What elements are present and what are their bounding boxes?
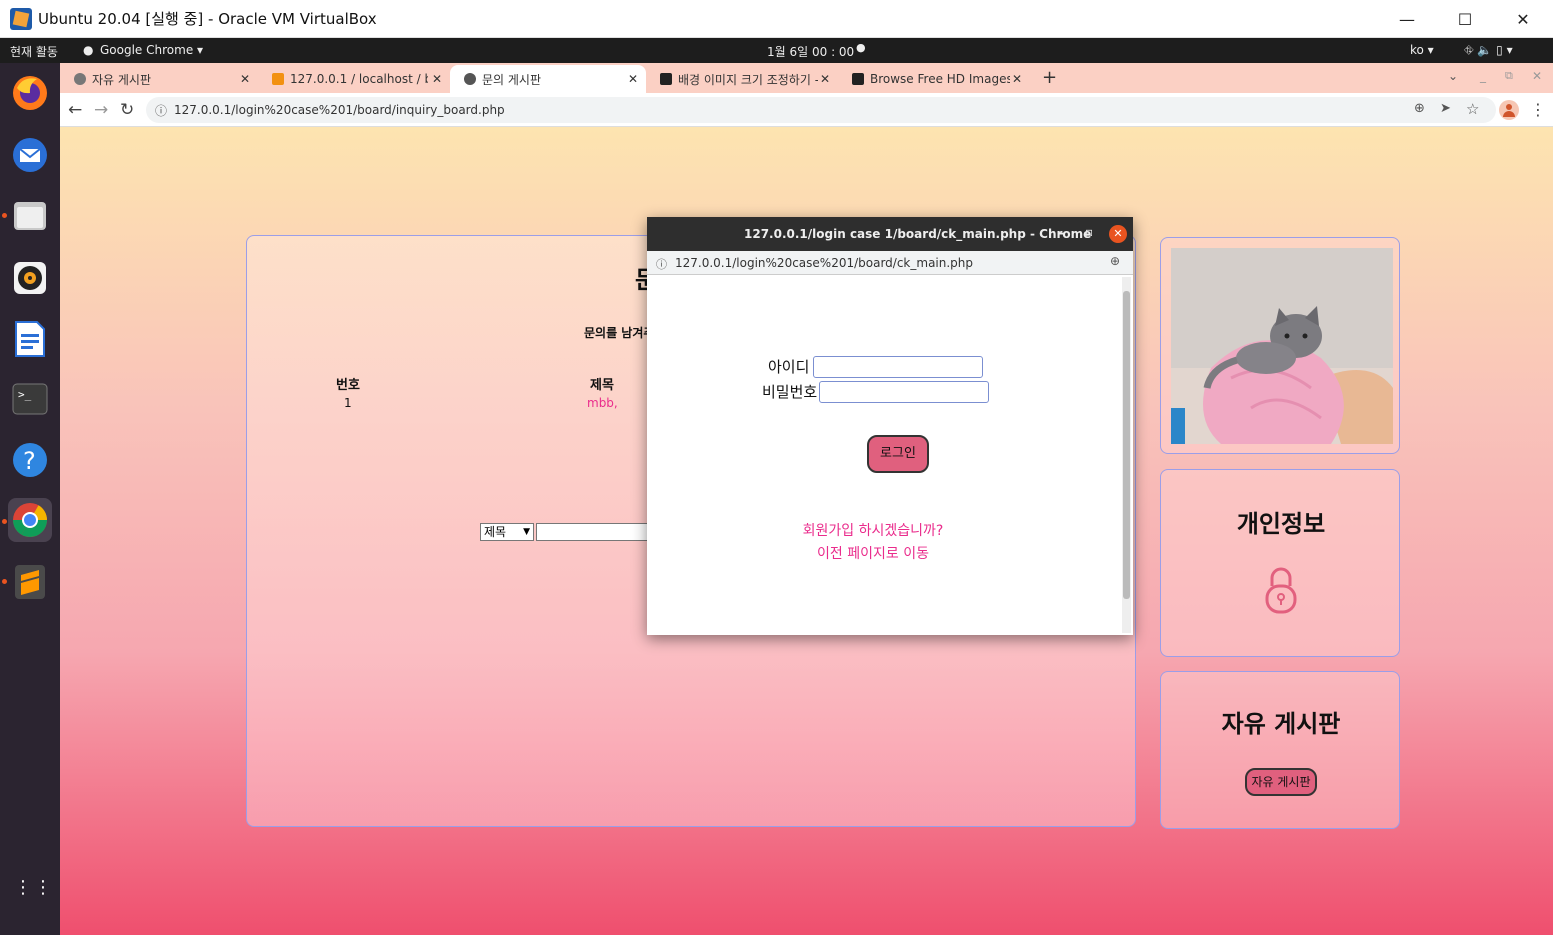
tab-close-icon[interactable]: ✕ — [432, 72, 442, 86]
app-menu[interactable]: Google Chrome ▾ — [100, 43, 203, 57]
chrome-icon[interactable] — [8, 498, 52, 542]
clock[interactable]: 1월 6일 00 : 00 — [767, 43, 854, 60]
password-label: 비밀번호 — [762, 383, 818, 401]
popup-maximize-button[interactable]: ▫ — [1085, 225, 1093, 239]
input-method-menu[interactable]: ko ▾ — [1410, 43, 1434, 57]
popup-body: 아이디 비밀번호 로그인 회원가입 하시겠습니까? 이전 페이지로 이동 — [647, 275, 1133, 635]
login-button[interactable]: 로그인 — [867, 435, 929, 473]
password-input[interactable] — [819, 381, 989, 403]
globe-icon — [464, 73, 476, 85]
photo-card — [1160, 237, 1400, 454]
popup-url-bar: ⓘ 127.0.0.1/login%20case%201/board/ck_ma… — [647, 251, 1133, 275]
back-page-link[interactable]: 이전 페이지로 이동 — [647, 543, 1099, 563]
tab-free-hd-images[interactable]: Browse Free HD Images o ✕ — [838, 65, 1030, 93]
popup-title: 127.0.0.1/login case 1/board/ck_main.php… — [744, 227, 1092, 241]
login-popup-window: 127.0.0.1/login case 1/board/ck_main.php… — [647, 217, 1133, 635]
popup-close-button[interactable]: ✕ — [1109, 225, 1127, 243]
search-field-select[interactable]: 제목 ▼ — [480, 523, 534, 541]
search-field-value: 제목 — [484, 525, 507, 539]
id-label: 아이디 — [768, 358, 810, 376]
signup-link[interactable]: 회원가입 하시겠습니까? — [647, 520, 1099, 540]
column-header-number: 번호 — [336, 378, 360, 393]
svg-text:?: ? — [23, 447, 36, 475]
thunderbird-icon[interactable] — [8, 133, 52, 177]
blog-icon — [660, 73, 672, 85]
popup-minimize-button[interactable]: – — [1058, 226, 1064, 240]
scrollbar-thumb[interactable] — [1123, 291, 1130, 599]
popup-scrollbar[interactable] — [1122, 277, 1131, 633]
tab-phpmyadmin[interactable]: 127.0.0.1 / localhost / bbs ✕ — [258, 65, 450, 93]
tab-close-icon[interactable]: ✕ — [628, 72, 638, 86]
free-board-heading: 자유 게시판 — [1221, 710, 1341, 738]
reload-button[interactable]: ↻ — [120, 100, 134, 120]
running-indicator — [2, 519, 7, 524]
profile-heading: 개인정보 — [1236, 510, 1326, 538]
tab-search-icon[interactable]: ⌄ — [1448, 69, 1458, 83]
zoom-icon[interactable]: ⊕ — [1414, 101, 1425, 116]
new-tab-button[interactable]: + — [1042, 67, 1057, 88]
board-description: 문의를 남겨주 — [584, 326, 655, 340]
free-board-card: 자유 게시판 자유 게시판 — [1160, 671, 1400, 829]
kitten-photo — [1171, 248, 1393, 444]
minimize-button[interactable]: — — [1378, 0, 1436, 38]
close-button[interactable]: ✕ — [1494, 0, 1552, 38]
tab-inquiry-board[interactable]: 문의 게시판 ✕ — [450, 65, 646, 93]
notification-dot-icon: ● — [856, 41, 866, 54]
url-text[interactable]: 127.0.0.1/login%20case%201/board/inquiry… — [174, 103, 505, 117]
window-restore-icon[interactable]: ⧉ — [1505, 69, 1513, 83]
bookmark-star-icon[interactable]: ☆ — [1466, 100, 1479, 118]
forward-button[interactable]: → — [94, 100, 108, 120]
chevron-down-icon: ▼ — [523, 527, 530, 537]
tab-background-image[interactable]: 배경 이미지 크기 조정하기 - ✕ — [646, 65, 838, 93]
running-indicator — [2, 213, 7, 218]
tab-close-icon[interactable]: ✕ — [1012, 72, 1022, 86]
svg-text:>_: >_ — [18, 388, 32, 401]
firefox-icon[interactable] — [8, 71, 52, 115]
running-indicator — [2, 579, 7, 584]
system-tray-menu[interactable]: ⛗ 🔈 ▯ ▾ — [1464, 43, 1513, 58]
back-button[interactable]: ← — [68, 100, 82, 120]
site-info-icon[interactable]: ⓘ — [155, 102, 167, 119]
rhythmbox-icon[interactable] — [8, 256, 52, 300]
row-number: 1 — [344, 396, 352, 410]
ubuntu-dock: >_ ? ⋮⋮⋮ — [0, 63, 72, 935]
tab-close-icon[interactable]: ✕ — [240, 72, 250, 86]
tab-close-icon[interactable]: ✕ — [820, 72, 830, 86]
vbox-titlebar: Ubuntu 20.04 [실행 중] - Oracle VM VirtualB… — [0, 0, 1553, 38]
tab-free-board[interactable]: 자유 게시판 ✕ — [60, 65, 258, 93]
chrome-tab-strip: 자유 게시판 ✕ 127.0.0.1 / localhost / bbs ✕ 문… — [60, 63, 1553, 93]
popup-titlebar: 127.0.0.1/login case 1/board/ck_main.php… — [647, 217, 1133, 251]
bootstrap-icon — [852, 73, 864, 85]
window-close-icon[interactable]: ✕ — [1532, 69, 1542, 83]
share-icon[interactable]: ➤ — [1440, 101, 1451, 116]
lock-icon[interactable] — [1265, 566, 1297, 618]
vbox-window-title: Ubuntu 20.04 [실행 중] - Oracle VM VirtualB… — [38, 10, 377, 28]
free-board-button[interactable]: 자유 게시판 — [1245, 768, 1317, 796]
chrome-app-icon: ● — [83, 43, 94, 57]
libreoffice-writer-icon[interactable] — [8, 317, 52, 361]
activities-button[interactable]: 현재 활동 — [10, 43, 58, 60]
maximize-button[interactable]: ☐ — [1436, 0, 1494, 38]
terminal-icon[interactable]: >_ — [8, 377, 52, 421]
help-icon[interactable]: ? — [8, 438, 52, 482]
column-header-title: 제목 — [590, 378, 614, 393]
row-title-link[interactable]: mbb, — [587, 396, 618, 410]
window-minimize-icon[interactable]: _ — [1480, 69, 1486, 83]
site-info-icon[interactable]: ⓘ — [656, 256, 667, 272]
popup-url-text: 127.0.0.1/login%20case%201/board/ck_main… — [675, 256, 974, 270]
chrome-menu-icon[interactable]: ⋮ — [1530, 100, 1546, 119]
sublime-text-icon[interactable] — [8, 560, 52, 604]
phpmyadmin-icon — [272, 73, 284, 85]
id-input[interactable] — [813, 356, 983, 378]
profile-avatar-icon[interactable] — [1499, 100, 1519, 120]
globe-icon — [74, 73, 86, 85]
files-icon[interactable] — [8, 194, 52, 238]
chrome-toolbar: ← → ↻ ⓘ 127.0.0.1/login%20case%201/board… — [60, 93, 1553, 127]
virtualbox-icon — [10, 7, 32, 30]
address-bar[interactable]: ⓘ 127.0.0.1/login%20case%201/board/inqui… — [146, 97, 1496, 123]
ubuntu-top-panel: 현재 활동 ● Google Chrome ▾ 1월 6일 00 : 00 ● … — [0, 38, 1553, 63]
popup-zoom-icon[interactable]: ⊕ — [1110, 254, 1120, 268]
profile-card: 개인정보 — [1160, 469, 1400, 657]
